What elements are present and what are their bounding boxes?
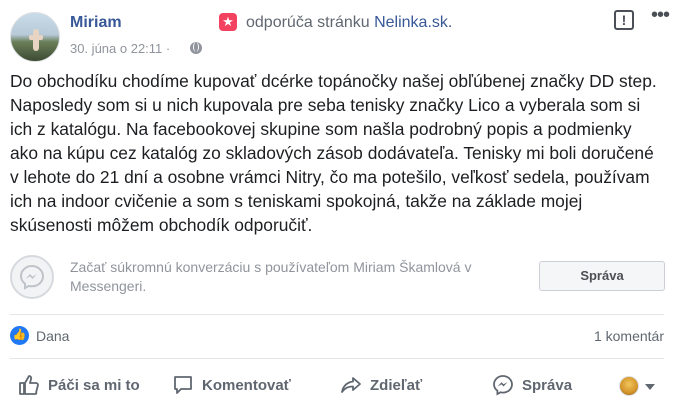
reaction-avatar[interactable]: [619, 376, 639, 396]
messenger-prompt: Začať súkromnú konverzáciu s používateľo…: [70, 259, 472, 294]
like-label: Páči sa mi to: [48, 377, 140, 394]
flag-icon[interactable]: !: [614, 10, 634, 30]
share-label: Zdieľať: [370, 377, 423, 394]
recommendation-text: odporúča stránku Nelinka.sk.: [246, 14, 452, 32]
meta-separator: ·: [165, 41, 171, 56]
comment-button[interactable]: Komentovať: [172, 372, 312, 400]
messenger-icon: [492, 374, 514, 400]
thumbs-up-icon: [18, 374, 40, 400]
post-body: Do obchodíku chodíme kupovať dcérke topá…: [10, 71, 657, 235]
comment-label: Komentovať: [202, 377, 291, 394]
globe-icon[interactable]: [190, 42, 202, 54]
divider: [10, 358, 664, 359]
divider: [10, 314, 664, 315]
star-recommend-icon: ★: [219, 13, 237, 31]
share-button[interactable]: Zdieľať: [340, 372, 450, 400]
author-avatar[interactable]: [10, 12, 60, 62]
likers-list[interactable]: Dana: [36, 328, 69, 344]
more-icon[interactable]: •••: [651, 4, 670, 27]
like-reaction-icon[interactable]: 👍: [10, 326, 29, 345]
comment-icon: [172, 374, 194, 400]
message-button[interactable]: Správa: [539, 261, 665, 291]
send-message-button[interactable]: Správa: [492, 372, 602, 400]
share-icon: [340, 374, 362, 400]
messenger-icon: [10, 255, 54, 299]
recommended-page-link[interactable]: Nelinka.sk.: [374, 14, 452, 31]
recommendation-prefix: odporúča stránku: [246, 14, 370, 31]
chevron-down-icon[interactable]: [645, 384, 655, 390]
send-message-label: Správa: [522, 377, 573, 394]
post-meta: 30. júna o 22:11 ·: [70, 41, 170, 56]
like-button[interactable]: Páči sa mi to: [18, 372, 158, 400]
author-name[interactable]: Miriam: [70, 14, 122, 32]
post-timestamp[interactable]: 30. júna o 22:11: [70, 41, 162, 56]
comment-count[interactable]: 1 komentár: [594, 328, 664, 344]
